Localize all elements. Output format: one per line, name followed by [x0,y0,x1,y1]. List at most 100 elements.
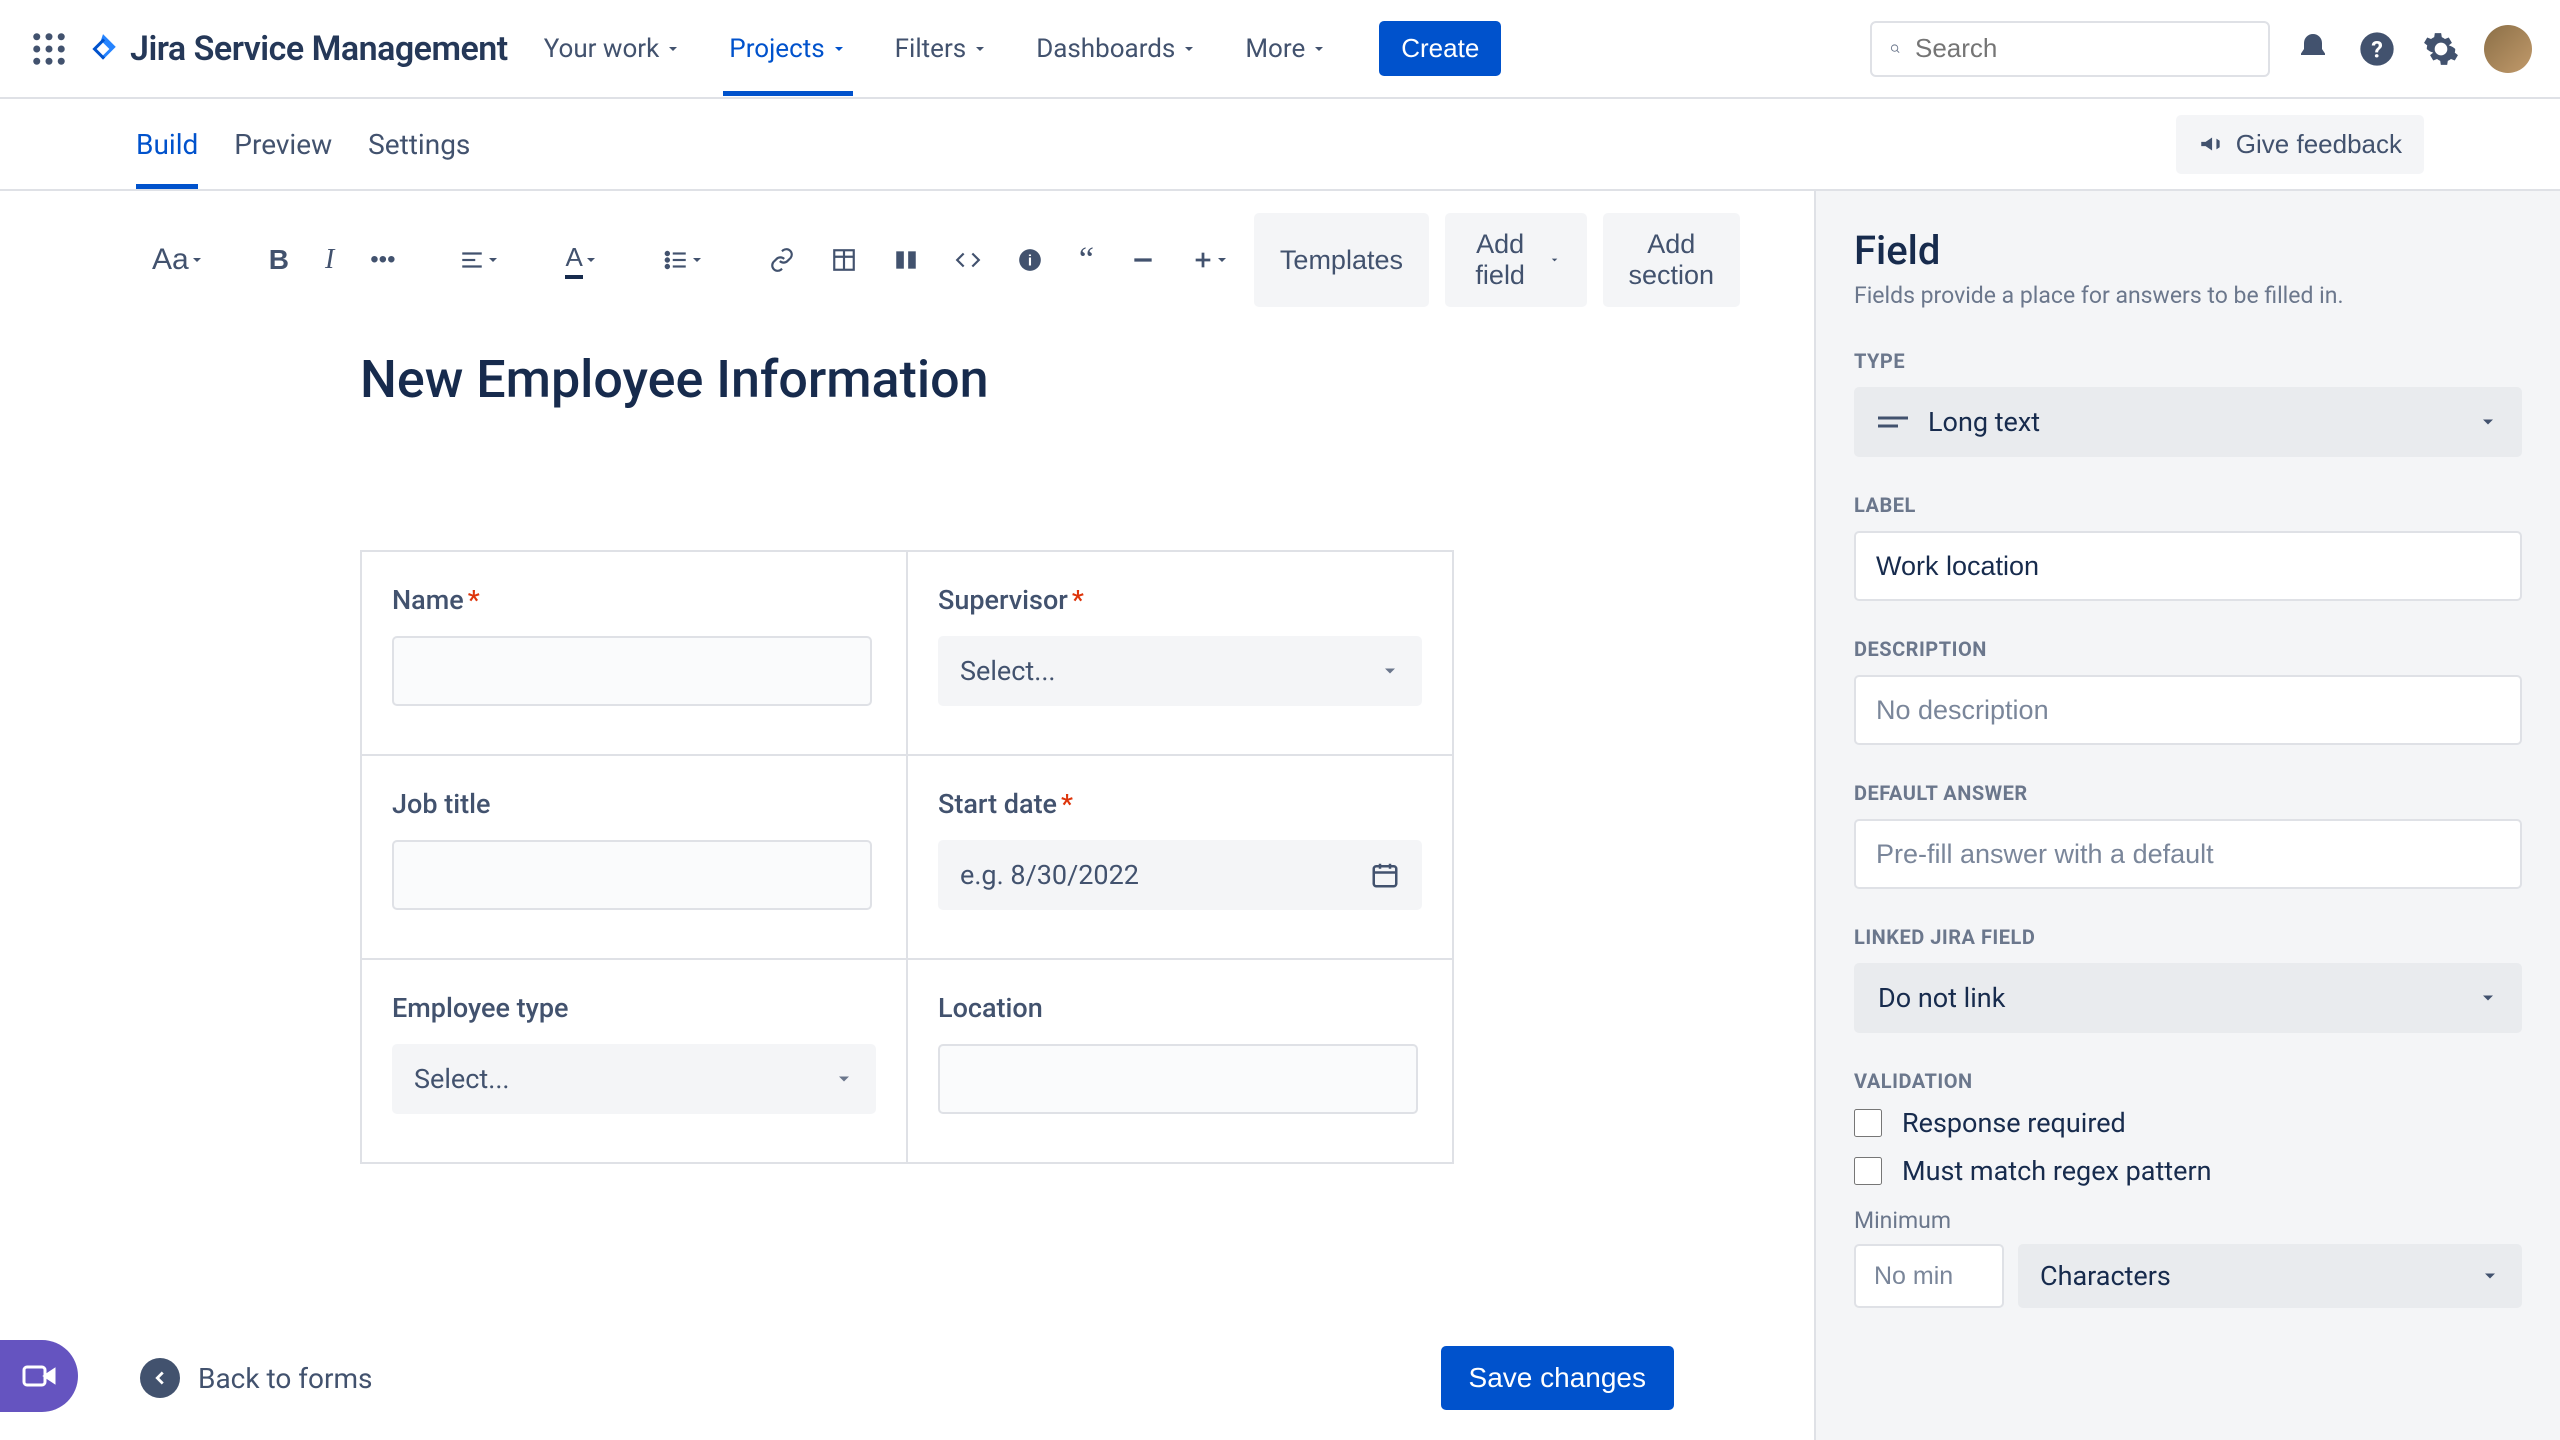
table-icon [831,247,857,273]
user-avatar[interactable] [2484,25,2532,73]
bold-button[interactable]: B [257,234,301,286]
field-start-date[interactable]: Start date* e.g. 8/30/2022 [908,756,1452,958]
default-answer-input[interactable] [1854,819,2522,889]
required-asterisk: * [468,584,480,616]
jira-icon [86,32,120,66]
product-logo[interactable]: Jira Service Management [86,29,508,69]
search-box[interactable] [1870,21,2270,77]
field-label-text: Name [392,584,464,616]
quote-button[interactable]: “ [1067,231,1106,289]
text-style-button[interactable]: Aa [140,233,217,287]
info-icon: i [1017,247,1043,273]
add-section-button[interactable]: Add section [1603,213,1741,307]
chevron-down-icon [2478,988,2498,1008]
field-job-title[interactable]: Job title [362,756,908,958]
chevron-down-icon [834,1069,854,1089]
calendar-icon [1370,860,1400,890]
editor-footer: Back to forms Save changes [0,1320,1814,1440]
nav-projects[interactable]: Projects [723,2,852,96]
required-asterisk: * [1072,584,1084,616]
megaphone-icon [2198,131,2224,157]
align-button[interactable] [447,237,513,283]
divider-button[interactable] [1118,237,1168,283]
field-label-text: Supervisor [938,584,1068,616]
notifications-icon[interactable] [2292,28,2334,70]
link-icon [769,247,795,273]
insert-button[interactable] [1180,239,1242,281]
text-color-button[interactable]: A [553,232,610,289]
chevron-down-icon [1214,252,1230,268]
field-location[interactable]: Location [908,960,1452,1162]
sub-navigation: Build Preview Settings Give feedback [0,99,2560,191]
linked-jira-field-select[interactable]: Do not link [1854,963,2522,1033]
description-input[interactable] [1854,675,2522,745]
field-label-text: Start date [938,788,1057,820]
sidebar-subtitle: Fields provide a place for answers to be… [1854,282,2522,309]
help-icon[interactable]: ? [2356,28,2398,70]
code-icon [955,247,981,273]
minimum-input[interactable] [1854,1244,2004,1308]
type-select[interactable]: Long text [1854,387,2522,457]
app-switcher-icon[interactable] [28,28,70,70]
top-navigation: Jira Service Management Your work Projec… [0,0,2560,99]
form-title[interactable]: New Employee Information [360,349,1454,410]
italic-button[interactable]: I [313,234,346,286]
field-label-text: Job title [392,788,490,820]
back-arrow-icon [140,1358,180,1398]
chevron-down-icon [583,252,599,268]
tab-settings[interactable]: Settings [368,100,470,189]
regex-checkbox[interactable]: Must match regex pattern [1854,1155,2522,1187]
field-supervisor[interactable]: Supervisor* Select... [908,552,1452,754]
chevron-down-icon [2478,412,2498,432]
field-name[interactable]: Name* [362,552,908,754]
nav-your-work[interactable]: Your work [538,2,688,96]
give-feedback-button[interactable]: Give feedback [2176,115,2424,174]
nav-dashboards[interactable]: Dashboards [1030,2,1203,96]
section-label-default: DEFAULT ANSWER [1854,781,2522,805]
start-date-input[interactable]: e.g. 8/30/2022 [938,840,1422,910]
minimum-label: Minimum [1854,1207,2522,1234]
section-label-linked: LINKED JIRA FIELD [1854,925,2522,949]
chevron-down-icon [2480,1266,2500,1286]
required-asterisk: * [1061,788,1073,820]
columns-icon [893,247,919,273]
search-input[interactable] [1915,33,2250,64]
nav-filters[interactable]: Filters [889,2,995,96]
info-button[interactable]: i [1005,237,1055,283]
location-input[interactable] [938,1044,1418,1114]
save-changes-button[interactable]: Save changes [1441,1346,1674,1410]
field-properties-sidebar: Field Fields provide a place for answers… [1816,191,2560,1440]
tab-preview[interactable]: Preview [234,100,332,189]
supervisor-select[interactable]: Select... [938,636,1422,706]
templates-button[interactable]: Templates [1254,213,1429,307]
code-button[interactable] [943,237,993,283]
add-field-button[interactable]: Add field [1445,213,1587,307]
response-required-checkbox[interactable]: Response required [1854,1107,2522,1139]
chevron-down-icon [189,252,205,268]
nav-right: ? [1870,21,2532,77]
layout-button[interactable] [881,237,931,283]
form-canvas: New Employee Information Name* Superviso… [0,329,1814,1320]
video-help-bubble[interactable] [0,1340,78,1412]
section-label-validation: VALIDATION [1854,1069,2522,1093]
back-to-forms-link[interactable]: Back to forms [140,1358,372,1398]
name-input[interactable] [392,636,872,706]
more-formatting-button[interactable]: ••• [358,236,407,284]
employee-type-select[interactable]: Select... [392,1044,876,1114]
nav-more[interactable]: More [1239,2,1333,96]
minimum-unit-select[interactable]: Characters [2018,1244,2522,1308]
field-employee-type[interactable]: Employee type Select... [362,960,908,1162]
label-input[interactable] [1854,531,2522,601]
product-name: Jira Service Management [130,29,508,69]
long-text-icon [1878,416,1908,428]
list-button[interactable] [651,237,717,283]
tab-build[interactable]: Build [136,100,198,189]
job-title-input[interactable] [392,840,872,910]
align-left-icon [459,247,485,273]
chevron-down-icon [689,252,705,268]
chevron-down-icon [831,41,847,57]
settings-icon[interactable] [2420,28,2462,70]
table-button[interactable] [819,237,869,283]
link-button[interactable] [757,237,807,283]
create-button[interactable]: Create [1379,21,1501,76]
